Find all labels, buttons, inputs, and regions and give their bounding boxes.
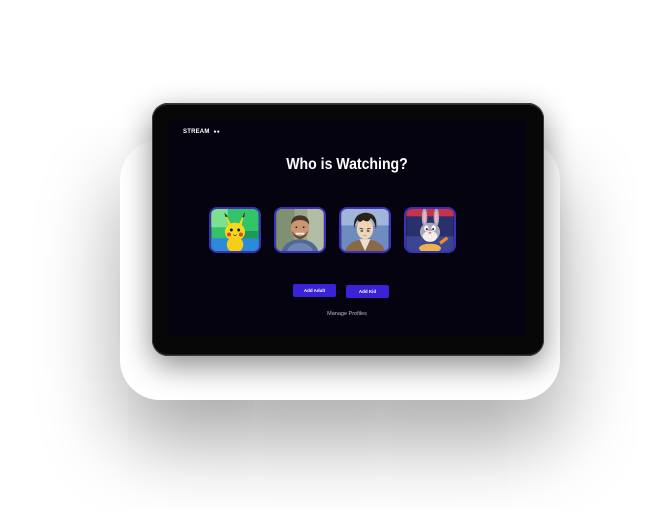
profile-pikachu[interactable] — [209, 207, 261, 253]
add-adult-button[interactable]: Add Adult — [293, 284, 336, 297]
profile-bugs-bunny[interactable] — [404, 207, 456, 253]
profile-man[interactable] — [274, 207, 326, 253]
app-logo[interactable]: STREAM ●● — [183, 129, 220, 135]
eyes-icon: ●● — [213, 129, 220, 135]
stage: STREAM ●● Who is Watching? Add Adult Add… — [0, 0, 657, 520]
pikachu-avatar — [211, 209, 259, 251]
anime-avatar — [341, 209, 389, 251]
man-avatar — [276, 209, 324, 251]
tablet-device: STREAM ●● Who is Watching? Add Adult Add… — [152, 103, 544, 356]
bunny-avatar — [406, 209, 454, 251]
profile-list — [209, 207, 456, 253]
profile-anime-boy[interactable] — [339, 207, 391, 253]
manage-profiles-link[interactable]: Manage Profiles — [168, 311, 526, 317]
add-profile-actions: Add Adult Add Kid — [293, 284, 389, 298]
app-screen: STREAM ●● Who is Watching? Add Adult Add… — [168, 121, 526, 337]
add-kid-button[interactable]: Add Kid — [346, 285, 389, 298]
logo-text: STREAM — [183, 129, 210, 135]
page-title: Who is Watching? — [286, 156, 408, 173]
